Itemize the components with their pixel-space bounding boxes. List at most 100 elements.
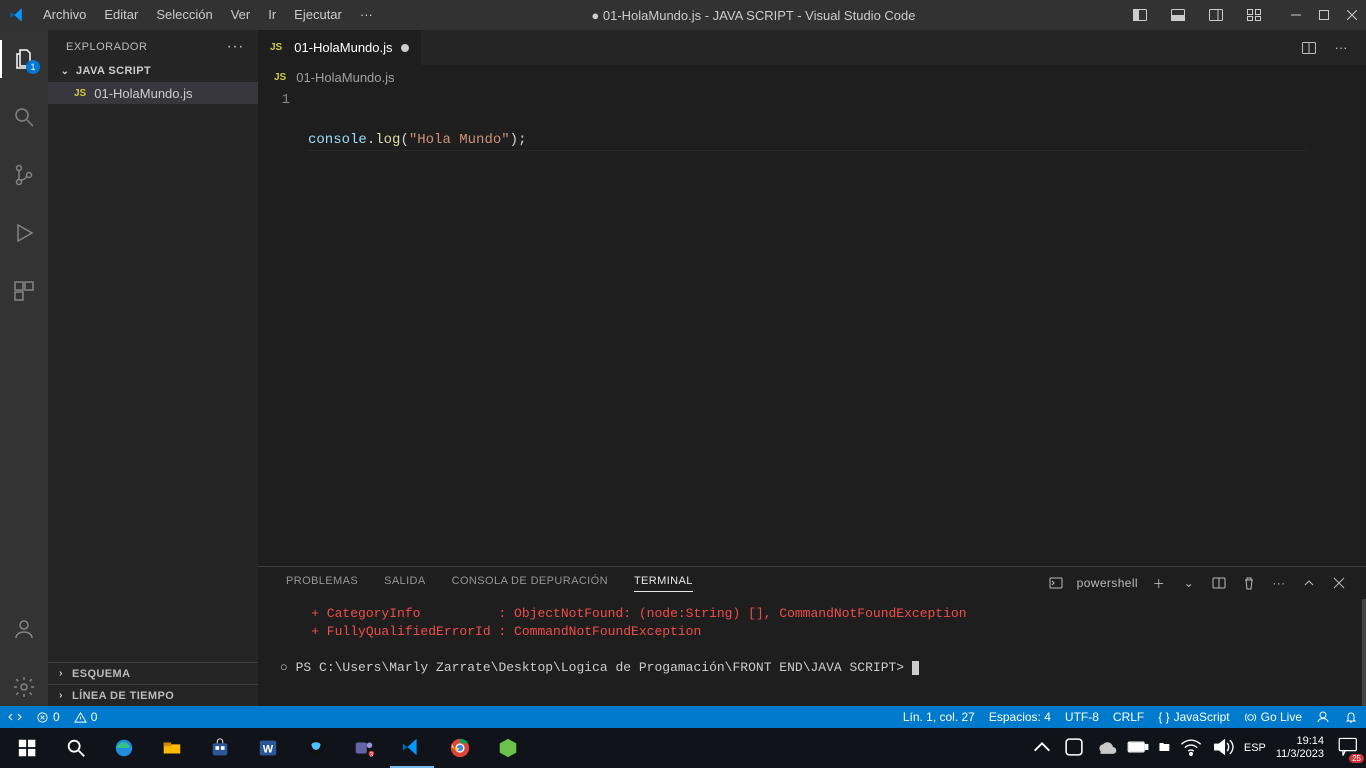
kill-terminal-icon[interactable] bbox=[1240, 576, 1258, 590]
minimap[interactable] bbox=[1306, 88, 1366, 566]
status-golive[interactable]: Go Live bbox=[1244, 710, 1302, 724]
terminal-output[interactable]: + CategoryInfo : ObjectNotFound: (node:S… bbox=[258, 599, 1366, 706]
menu-ejecutar[interactable]: Ejecutar bbox=[286, 0, 350, 30]
js-file-icon: JS bbox=[74, 88, 86, 99]
tray-notifications-icon[interactable]: 25 bbox=[1338, 736, 1360, 761]
outline-section[interactable]: › ESQUEMA bbox=[48, 662, 258, 684]
activity-accounts-icon[interactable] bbox=[0, 610, 48, 648]
activity-explorer-icon[interactable]: 1 bbox=[0, 40, 48, 78]
taskbar-edge-icon[interactable] bbox=[102, 728, 146, 768]
status-encoding[interactable]: UTF-8 bbox=[1065, 710, 1099, 724]
menu-archivo[interactable]: Archivo bbox=[35, 0, 94, 30]
maximize-panel-icon[interactable] bbox=[1300, 577, 1318, 589]
status-spaces[interactable]: Espacios: 4 bbox=[989, 710, 1051, 724]
tray-chevron-icon[interactable] bbox=[1031, 736, 1053, 761]
maximize-button[interactable] bbox=[1310, 0, 1338, 30]
explorer-more-icon[interactable]: ··· bbox=[227, 38, 244, 56]
tray-onedrive-icon[interactable] bbox=[1095, 736, 1117, 761]
svg-text:3: 3 bbox=[370, 751, 374, 758]
taskbar-file-explorer-icon[interactable] bbox=[150, 728, 194, 768]
status-notifications-icon[interactable] bbox=[1344, 710, 1358, 724]
code-line: console.log("Hola Mundo"); bbox=[308, 130, 1366, 151]
timeline-section[interactable]: › LÍNEA DE TIEMPO bbox=[48, 684, 258, 706]
tab-label: 01-HolaMundo.js bbox=[294, 40, 392, 55]
activity-extensions-icon[interactable] bbox=[0, 272, 48, 310]
editor-tab[interactable]: JS 01-HolaMundo.js bbox=[258, 30, 422, 65]
customize-layout-icon[interactable] bbox=[1240, 0, 1268, 30]
taskbar-chrome-icon[interactable] bbox=[438, 728, 482, 768]
editor-more-icon[interactable]: ··· bbox=[1330, 40, 1352, 55]
minimize-button[interactable] bbox=[1282, 0, 1310, 30]
svg-text:W: W bbox=[263, 744, 274, 756]
folder-root[interactable]: ⌄ JAVA SCRIPT bbox=[48, 60, 258, 82]
warnings-count: 0 bbox=[91, 710, 98, 724]
tab-problemas[interactable]: PROBLEMAS bbox=[286, 575, 358, 591]
toggle-panel-icon[interactable] bbox=[1164, 0, 1192, 30]
file-item[interactable]: JS 01-HolaMundo.js bbox=[48, 82, 258, 104]
toggle-primary-sidebar-icon[interactable] bbox=[1126, 0, 1154, 30]
breadcrumb[interactable]: JS 01-HolaMundo.js bbox=[258, 66, 1366, 88]
menu-more[interactable]: ··· bbox=[352, 0, 381, 30]
token-string: Hola Mundo bbox=[417, 132, 501, 148]
split-terminal-icon[interactable] bbox=[1210, 576, 1228, 590]
dirty-dot-icon[interactable] bbox=[401, 44, 409, 52]
toggle-secondary-sidebar-icon[interactable] bbox=[1202, 0, 1230, 30]
terminal-prompt[interactable]: ○ PS C:\Users\Marly Zarrate\Desktop\Logi… bbox=[280, 659, 1348, 677]
token-object: console bbox=[308, 132, 367, 148]
taskbar-search-icon[interactable] bbox=[54, 728, 98, 768]
js-file-icon: JS bbox=[274, 72, 286, 83]
status-eol[interactable]: CRLF bbox=[1113, 710, 1144, 724]
code-editor[interactable]: 1 console.log("Hola Mundo"); bbox=[258, 88, 1366, 566]
tray-app-icon[interactable] bbox=[1063, 736, 1085, 761]
tray-battery-icon[interactable] bbox=[1127, 736, 1149, 761]
token-punct: ( bbox=[400, 132, 408, 148]
close-panel-icon[interactable] bbox=[1330, 577, 1348, 589]
token-quote: " bbox=[409, 132, 417, 148]
activity-run-debug-icon[interactable] bbox=[0, 214, 48, 252]
menu-editar[interactable]: Editar bbox=[96, 0, 146, 30]
new-terminal-icon[interactable]: ＋ bbox=[1150, 575, 1168, 592]
taskbar-copilot-icon[interactable] bbox=[294, 728, 338, 768]
code-body[interactable]: console.log("Hola Mundo"); bbox=[308, 88, 1366, 566]
split-editor-icon[interactable] bbox=[1298, 40, 1320, 56]
taskbar-teams-icon[interactable]: 3 bbox=[342, 728, 386, 768]
golive-label: Go Live bbox=[1261, 710, 1302, 724]
status-line-col[interactable]: Lín. 1, col. 27 bbox=[903, 710, 975, 724]
terminal-line bbox=[280, 641, 1348, 659]
taskbar-word-icon[interactable]: W bbox=[246, 728, 290, 768]
tray-clock[interactable]: 19:14 11/3/2023 bbox=[1276, 735, 1328, 761]
activity-source-control-icon[interactable] bbox=[0, 156, 48, 194]
activity-settings-icon[interactable] bbox=[0, 668, 48, 706]
braces-icon: { } bbox=[1158, 710, 1169, 724]
file-name: 01-HolaMundo.js bbox=[94, 86, 192, 101]
status-feedback-icon[interactable] bbox=[1316, 710, 1330, 724]
menu-seleccion[interactable]: Selección bbox=[148, 0, 220, 30]
terminal-dropdown-icon[interactable]: ⌄ bbox=[1180, 576, 1198, 590]
panel-more-icon[interactable]: ··· bbox=[1270, 576, 1288, 590]
taskbar-node-icon[interactable] bbox=[486, 728, 530, 768]
taskbar-store-icon[interactable] bbox=[198, 728, 242, 768]
status-warnings[interactable]: 0 bbox=[74, 710, 98, 724]
close-button[interactable] bbox=[1338, 0, 1366, 30]
tab-salida[interactable]: SALIDA bbox=[384, 575, 426, 591]
panel-actions: powershell ＋ ⌄ ··· bbox=[1047, 575, 1348, 592]
start-button[interactable] bbox=[6, 728, 50, 768]
prompt-indicator-icon: ○ bbox=[280, 660, 288, 675]
tray-language[interactable]: 🖿 bbox=[1159, 739, 1170, 758]
tray-input-language[interactable]: ESP bbox=[1244, 742, 1266, 754]
tab-consola[interactable]: CONSOLA DE DEPURACIÓN bbox=[452, 575, 608, 591]
activity-search-icon[interactable] bbox=[0, 98, 48, 136]
tray-wifi-icon[interactable] bbox=[1180, 736, 1202, 761]
chevron-down-icon: ⌄ bbox=[58, 66, 72, 77]
status-errors[interactable]: 0 bbox=[36, 710, 60, 724]
menu-ir[interactable]: Ir bbox=[260, 0, 284, 30]
taskbar-vscode-icon[interactable] bbox=[390, 728, 434, 768]
terminal-profile-icon[interactable] bbox=[1047, 576, 1065, 590]
status-language[interactable]: { } JavaScript bbox=[1158, 710, 1229, 724]
tray-volume-icon[interactable] bbox=[1212, 736, 1234, 761]
status-remote-icon[interactable] bbox=[8, 710, 22, 724]
menu-ver[interactable]: Ver bbox=[223, 0, 259, 30]
tab-terminal[interactable]: TERMINAL bbox=[634, 575, 693, 592]
breadcrumb-file: 01-HolaMundo.js bbox=[296, 70, 394, 85]
terminal-shell-name[interactable]: powershell bbox=[1077, 576, 1138, 590]
